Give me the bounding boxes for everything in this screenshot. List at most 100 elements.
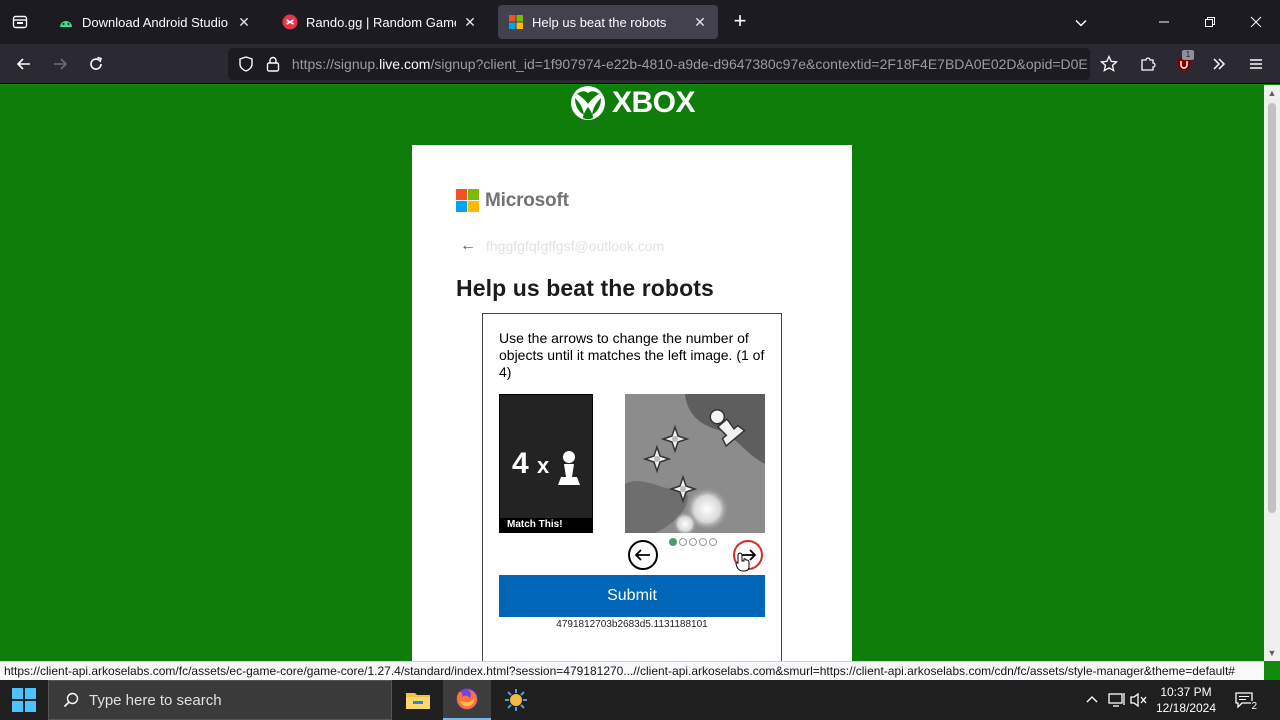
minimize-window-button[interactable] [1144, 8, 1184, 36]
chevron-up-icon [1086, 696, 1098, 703]
scroll-up-arrow-icon[interactable]: ▲ [1264, 85, 1280, 101]
clock-time: 10:37 PM [1160, 685, 1212, 699]
sun-gear-icon [505, 689, 527, 711]
restore-window-button[interactable] [1190, 8, 1230, 36]
session-id-text: 4791812703b2683d5.1131188101 [556, 619, 708, 630]
page-viewport: XBOX Microsoft ← fhggfgfqfgffgsf@outlook… [0, 85, 1264, 661]
tab-help-us-beat-the-robots[interactable]: Help us beat the robots ✕ [498, 5, 718, 39]
signup-card: Microsoft ← fhggfgfqfgffgsf@outlook.com … [412, 145, 852, 661]
windows-taskbar: Type here to search 10:37 PM 12/18/2024 … [0, 680, 1280, 720]
tracking-protection-shield-icon[interactable] [236, 56, 256, 72]
chevron-down-icon [1075, 19, 1087, 27]
lock-icon[interactable] [264, 56, 282, 72]
extensions-button[interactable] [1134, 50, 1162, 78]
scroll-down-arrow-icon[interactable]: ▼ [1264, 645, 1280, 661]
navigation-toolbar: https://signup.live.com/signup?client_id… [0, 44, 1280, 84]
scrollbar-thumb[interactable] [1268, 103, 1276, 513]
reload-button[interactable] [82, 50, 110, 78]
match-this-label: Match This! [500, 518, 592, 532]
microsoft-squares-icon [456, 189, 479, 212]
rando-gg-icon [282, 14, 298, 30]
tab-title: Help us beat the robots [532, 14, 667, 30]
new-tab-button[interactable]: + [728, 10, 752, 34]
reference-count-number: 4 [512, 447, 529, 480]
android-icon [58, 14, 74, 30]
extension-badge: 1 [1182, 50, 1194, 60]
tab-title: Download Android Studio & Ap [82, 14, 230, 30]
progress-dot [699, 538, 707, 546]
microsoft-logo: Microsoft [456, 189, 569, 212]
xbox-wordmark: XBOX [612, 86, 696, 119]
reference-image: 4 x Match This! [499, 394, 593, 533]
firefox-view-icon [12, 15, 28, 29]
taskbar-search-box[interactable]: Type here to search [48, 680, 392, 720]
back-button[interactable] [10, 50, 38, 78]
close-tab-icon[interactable]: ✕ [462, 14, 478, 30]
clock-date: 12/18/2024 [1155, 701, 1217, 715]
progress-dot [689, 538, 697, 546]
url-prefix: https://signup. [291, 56, 380, 72]
puzzle-piece-icon [1141, 57, 1156, 71]
close-tab-icon[interactable]: ✕ [692, 14, 708, 30]
submit-button[interactable]: Submit [499, 575, 765, 617]
close-tab-icon[interactable]: ✕ [236, 14, 252, 30]
puzzle-image [625, 394, 765, 533]
challenge-instruction: Use the arrows to change the number of o… [499, 330, 765, 380]
address-bar[interactable]: https://signup.live.com/signup?client_id… [228, 48, 1090, 80]
windows-start-icon[interactable] [12, 688, 36, 712]
reference-times-symbol: x [537, 453, 550, 478]
file-explorer-taskbar-button[interactable] [394, 680, 442, 720]
volume-tray-button[interactable] [1128, 680, 1150, 720]
microsoft-icon [508, 14, 524, 30]
hamburger-menu-icon [1250, 59, 1262, 69]
list-all-tabs-button[interactable] [1070, 12, 1092, 34]
progress-dots [669, 538, 717, 546]
tab-android-studio[interactable]: Download Android Studio & Ap ✕ [48, 5, 262, 39]
bookmark-star-button[interactable] [1095, 50, 1123, 78]
close-icon [1250, 16, 1262, 28]
action-center-button[interactable]: 2 [1232, 688, 1257, 712]
network-monitor-icon [1108, 693, 1125, 707]
star-icon [1100, 55, 1118, 72]
microsoft-wordmark: Microsoft [485, 189, 569, 211]
app-menu-button[interactable] [1242, 50, 1270, 78]
more-tools-button[interactable] [1205, 50, 1233, 78]
taskbar-clock[interactable]: 10:37 PM 12/18/2024 [1148, 684, 1224, 716]
hand-pointer-cursor-icon [735, 552, 750, 572]
reload-icon [90, 56, 102, 70]
browser-tab-bar: Download Android Studio & Ap ✕ Rando.gg … [0, 0, 1280, 44]
identity-back-row: ← fhggfgfqfgffgsf@outlook.com [460, 237, 664, 255]
url-domain: live.com [379, 56, 431, 72]
tab-title: Rando.gg | Random Games [306, 14, 456, 30]
account-email: fhggfgfqfgffgsf@outlook.com [486, 238, 665, 254]
chess-pawn-icon [558, 451, 580, 485]
double-chevron-right-icon [1213, 58, 1226, 70]
restore-icon [1205, 17, 1215, 27]
arrow-left-icon [634, 549, 650, 561]
firefox-taskbar-button[interactable] [443, 680, 491, 720]
tab-rando-gg[interactable]: Rando.gg | Random Games ✕ [272, 5, 488, 39]
forward-button[interactable] [46, 50, 74, 78]
network-tray-button[interactable] [1106, 680, 1128, 720]
puzzle-scene [625, 394, 765, 533]
minimize-icon [1159, 21, 1169, 23]
notification-count: 2 [1251, 701, 1257, 712]
xbox-logo[interactable]: XBOX [570, 85, 696, 121]
back-arrow-icon[interactable]: ← [460, 237, 476, 255]
folder-icon [406, 693, 430, 709]
previous-arrow-button[interactable] [628, 540, 658, 570]
close-window-button[interactable] [1236, 8, 1276, 36]
settings-app-taskbar-button[interactable] [492, 680, 540, 720]
notification-chat-icon [1235, 692, 1253, 708]
vertical-scrollbar[interactable]: ▲ ▼ [1264, 85, 1280, 661]
url-text[interactable]: https://signup.live.com/signup?client_id… [292, 56, 1090, 72]
page-title: Help us beat the robots [456, 275, 714, 301]
firefox-view-button[interactable] [8, 10, 32, 34]
progress-dot [709, 538, 717, 546]
progress-dot [669, 538, 677, 546]
xbox-sphere-icon [571, 86, 605, 120]
progress-dot [679, 538, 687, 546]
link-status-bar: https://client-api.arkoselabs.com/fc/ass… [0, 661, 1264, 680]
url-path: /signup?client_id=1f907974-e22b-4810-a9d… [430, 56, 1088, 72]
show-hidden-icons-button[interactable] [1082, 680, 1102, 720]
